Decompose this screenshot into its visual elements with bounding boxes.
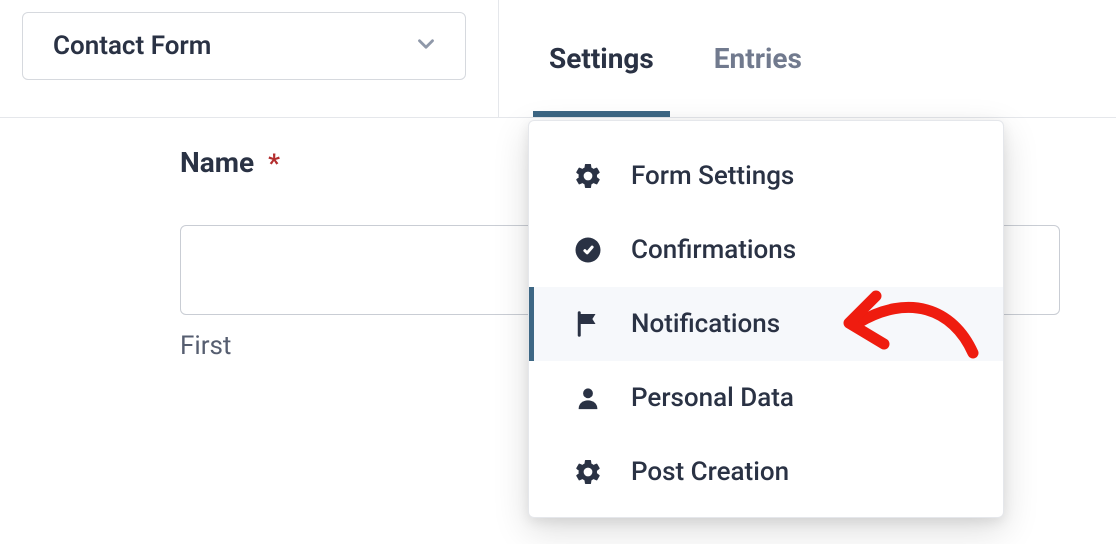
menu-item-label: Post Creation bbox=[631, 457, 789, 487]
gear-icon bbox=[569, 161, 607, 191]
menu-item-notifications[interactable]: Notifications bbox=[529, 287, 1003, 361]
field-name-label: Name bbox=[180, 146, 254, 179]
menu-item-label: Form Settings bbox=[631, 161, 794, 191]
tab-settings[interactable]: Settings bbox=[543, 0, 660, 117]
flag-icon bbox=[569, 309, 607, 339]
check-circle-icon bbox=[569, 235, 607, 265]
menu-item-label: Notifications bbox=[631, 309, 780, 339]
settings-dropdown-menu: Form Settings Confirmations Notification… bbox=[528, 120, 1004, 518]
menu-item-post-creation[interactable]: Post Creation bbox=[529, 435, 1003, 509]
menu-item-confirmations[interactable]: Confirmations bbox=[529, 213, 1003, 287]
gear-icon bbox=[569, 457, 607, 487]
required-marker: * bbox=[268, 149, 280, 179]
form-selector-dropdown[interactable]: Contact Form bbox=[22, 12, 466, 80]
tab-entries[interactable]: Entries bbox=[708, 0, 808, 117]
menu-item-form-settings[interactable]: Form Settings bbox=[529, 139, 1003, 213]
form-selector-label: Contact Form bbox=[53, 31, 211, 61]
menu-item-label: Confirmations bbox=[631, 235, 796, 265]
menu-item-personal-data[interactable]: Personal Data bbox=[529, 361, 1003, 435]
menu-item-label: Personal Data bbox=[631, 383, 794, 413]
user-icon bbox=[569, 384, 607, 412]
chevron-down-icon bbox=[413, 31, 439, 61]
